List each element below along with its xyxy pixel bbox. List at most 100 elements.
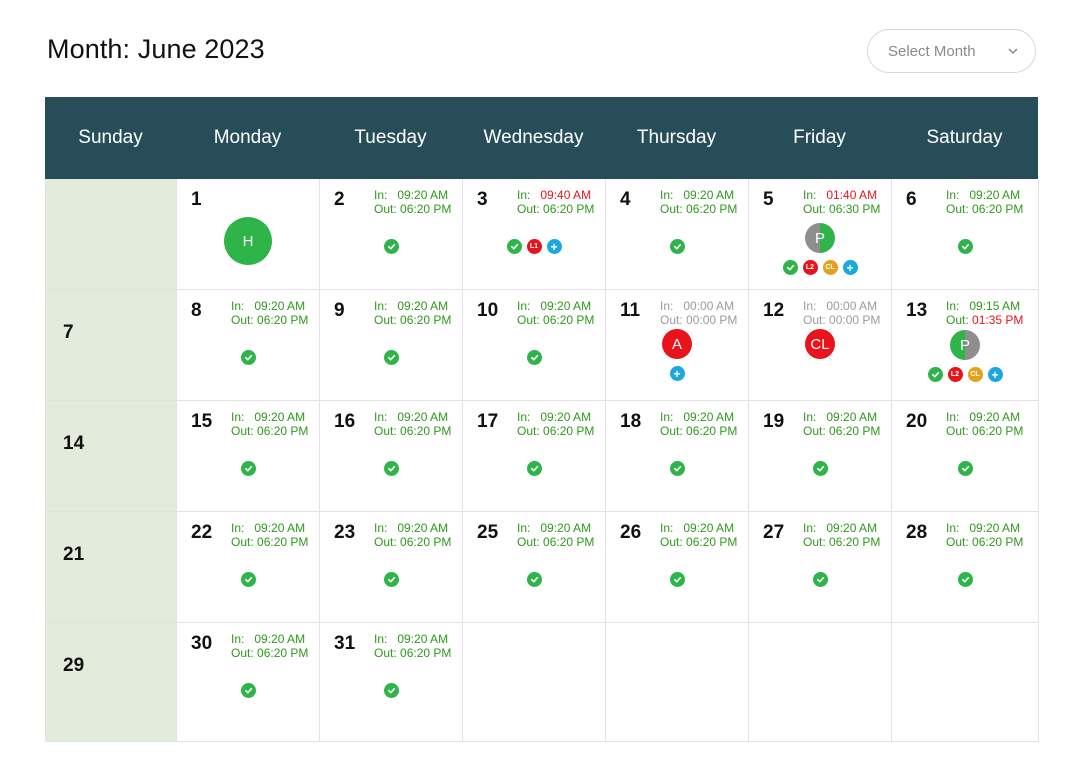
sunday-cell[interactable]: 21 [46,512,177,623]
day-cell[interactable]: 27 In: 09:20 AM Out: 06:20 PM [749,512,892,623]
attendance-times: In: 09:20 AM Out: 06:20 PM [517,521,594,549]
day-number: 13 [906,300,928,321]
status-icons [320,572,462,587]
chevron-down-icon [1008,48,1018,55]
check-icon [240,683,256,698]
attendance-times: In: 09:15 AM Out: 01:35 PM [946,299,1023,327]
in-time: 09:20 AM [540,521,592,535]
day-cell[interactable]: 17 In: 09:20 AM Out: 06:20 PM [463,401,606,512]
status-icons [892,572,1038,587]
sunday-cell[interactable]: 29 [46,623,177,742]
in-label: In: [374,410,388,424]
day-cell[interactable]: 2 In: 09:20 AM Out: 06:20 PM [320,179,463,290]
holiday-badge: H [224,217,272,265]
attendance-times: In: 09:20 AM Out: 06:20 PM [946,521,1023,549]
in-time: 09:20 AM [683,521,735,535]
day-cell[interactable]: 16 In: 09:20 AM Out: 06:20 PM [320,401,463,512]
add-icon[interactable]: + [669,366,685,381]
day-cell[interactable]: 20 In: 09:20 AM Out: 06:20 PM [892,401,1039,512]
day-cell[interactable]: 6 In: 09:20 AM Out: 06:20 PM [892,179,1039,290]
day-cell[interactable]: 30 In: 09:20 AM Out: 06:20 PM [177,623,320,742]
month-select[interactable]: Select Month [867,29,1036,73]
status-icons [320,461,462,476]
status-icons [463,572,605,587]
check-icon [526,350,542,365]
in-time: 09:20 AM [254,299,306,313]
add-icon[interactable]: + [842,260,858,275]
in-time: 09:20 AM [826,521,878,535]
day-number: 4 [620,189,631,210]
day-number: 6 [906,189,917,210]
day-cell [892,623,1039,742]
in-time: 09:20 AM [254,410,306,424]
add-icon[interactable]: + [546,239,562,254]
in-label: In: [660,188,674,202]
day-number: 28 [906,522,928,543]
out-label: Out: [231,535,254,549]
day-cell[interactable]: 26 In: 09:20 AM Out: 06:20 PM [606,512,749,623]
check-icon [383,683,399,698]
in-label: In: [660,299,674,313]
out-time: 06:20 PM [543,535,595,549]
weekday-header: Monday [213,127,282,148]
day-cell[interactable]: 3 In: 09:40 AM Out: 06:20 PM L1 + [463,179,606,290]
l1-leave-icon: L1 [526,239,542,254]
day-cell[interactable]: 28 In: 09:20 AM Out: 06:20 PM [892,512,1039,623]
in-label: In: [517,188,531,202]
out-label: Out: [803,202,826,216]
out-time: 06:20 PM [543,313,595,327]
day-cell[interactable]: 11 In: 00:00 AM Out: 00:00 PM A + [606,290,749,401]
day-number: 19 [763,411,785,432]
weekday-header: Wednesday [483,127,584,148]
attendance-times: In: 00:00 AM Out: 00:00 PM [803,299,880,327]
in-time: 09:40 AM [540,188,592,202]
out-time: 06:20 PM [972,202,1024,216]
out-time: 06:20 PM [257,424,309,438]
partial-badge: P [805,223,835,253]
add-icon[interactable]: + [987,367,1003,382]
out-label: Out: [231,424,254,438]
check-icon [383,350,399,365]
attendance-times: In: 09:20 AM Out: 06:20 PM [231,521,308,549]
out-time: 06:20 PM [257,646,309,660]
day-cell[interactable]: 15 In: 09:20 AM Out: 06:20 PM [177,401,320,512]
in-label: In: [803,410,817,424]
check-icon [240,461,256,476]
cl-leave-icon: CL [967,367,983,382]
out-label: Out: [231,646,254,660]
day-cell[interactable]: 4 In: 09:20 AM Out: 06:20 PM [606,179,749,290]
attendance-times: In: 09:20 AM Out: 06:20 PM [231,299,308,327]
in-time: 01:40 AM [826,188,878,202]
status-icons: L1 + [463,239,605,254]
absent-badge: A [662,329,692,359]
in-label: In: [803,299,817,313]
in-label: In: [374,299,388,313]
attendance-times: In: 09:20 AM Out: 06:20 PM [231,632,308,660]
day-cell[interactable]: 18 In: 09:20 AM Out: 06:20 PM [606,401,749,512]
day-cell[interactable]: 12 In: 00:00 AM Out: 00:00 PM CL [749,290,892,401]
day-cell[interactable]: 23 In: 09:20 AM Out: 06:20 PM [320,512,463,623]
day-cell[interactable]: 19 In: 09:20 AM Out: 06:20 PM [749,401,892,512]
sunday-cell[interactable]: 7 [46,290,177,401]
day-cell[interactable]: 5 In: 01:40 AM Out: 06:30 PM P L2 CL + [749,179,892,290]
attendance-times: In: 09:20 AM Out: 06:20 PM [660,521,737,549]
day-cell[interactable]: 10 In: 09:20 AM Out: 06:20 PM [463,290,606,401]
out-label: Out: [374,313,397,327]
check-icon [782,260,798,275]
out-time: 06:20 PM [400,424,452,438]
day-cell[interactable]: 22 In: 09:20 AM Out: 06:20 PM [177,512,320,623]
in-label: In: [374,521,388,535]
day-cell[interactable]: 25 In: 09:20 AM Out: 06:20 PM [463,512,606,623]
out-time: 06:20 PM [686,424,738,438]
weekday-header: Thursday [636,127,717,148]
day-cell[interactable]: 13 In: 09:15 AM Out: 01:35 PM P L2 CL + [892,290,1039,401]
day-cell[interactable]: 8 In: 09:20 AM Out: 06:20 PM [177,290,320,401]
in-time: 09:20 AM [397,188,449,202]
sunday-cell[interactable]: 14 [46,401,177,512]
day-cell[interactable]: 9 In: 09:20 AM Out: 06:20 PM [320,290,463,401]
day-cell[interactable]: 1H [177,179,320,290]
in-label: In: [803,188,817,202]
in-label: In: [660,410,674,424]
day-cell[interactable]: 31 In: 09:20 AM Out: 06:20 PM [320,623,463,742]
status-icons [749,572,891,587]
